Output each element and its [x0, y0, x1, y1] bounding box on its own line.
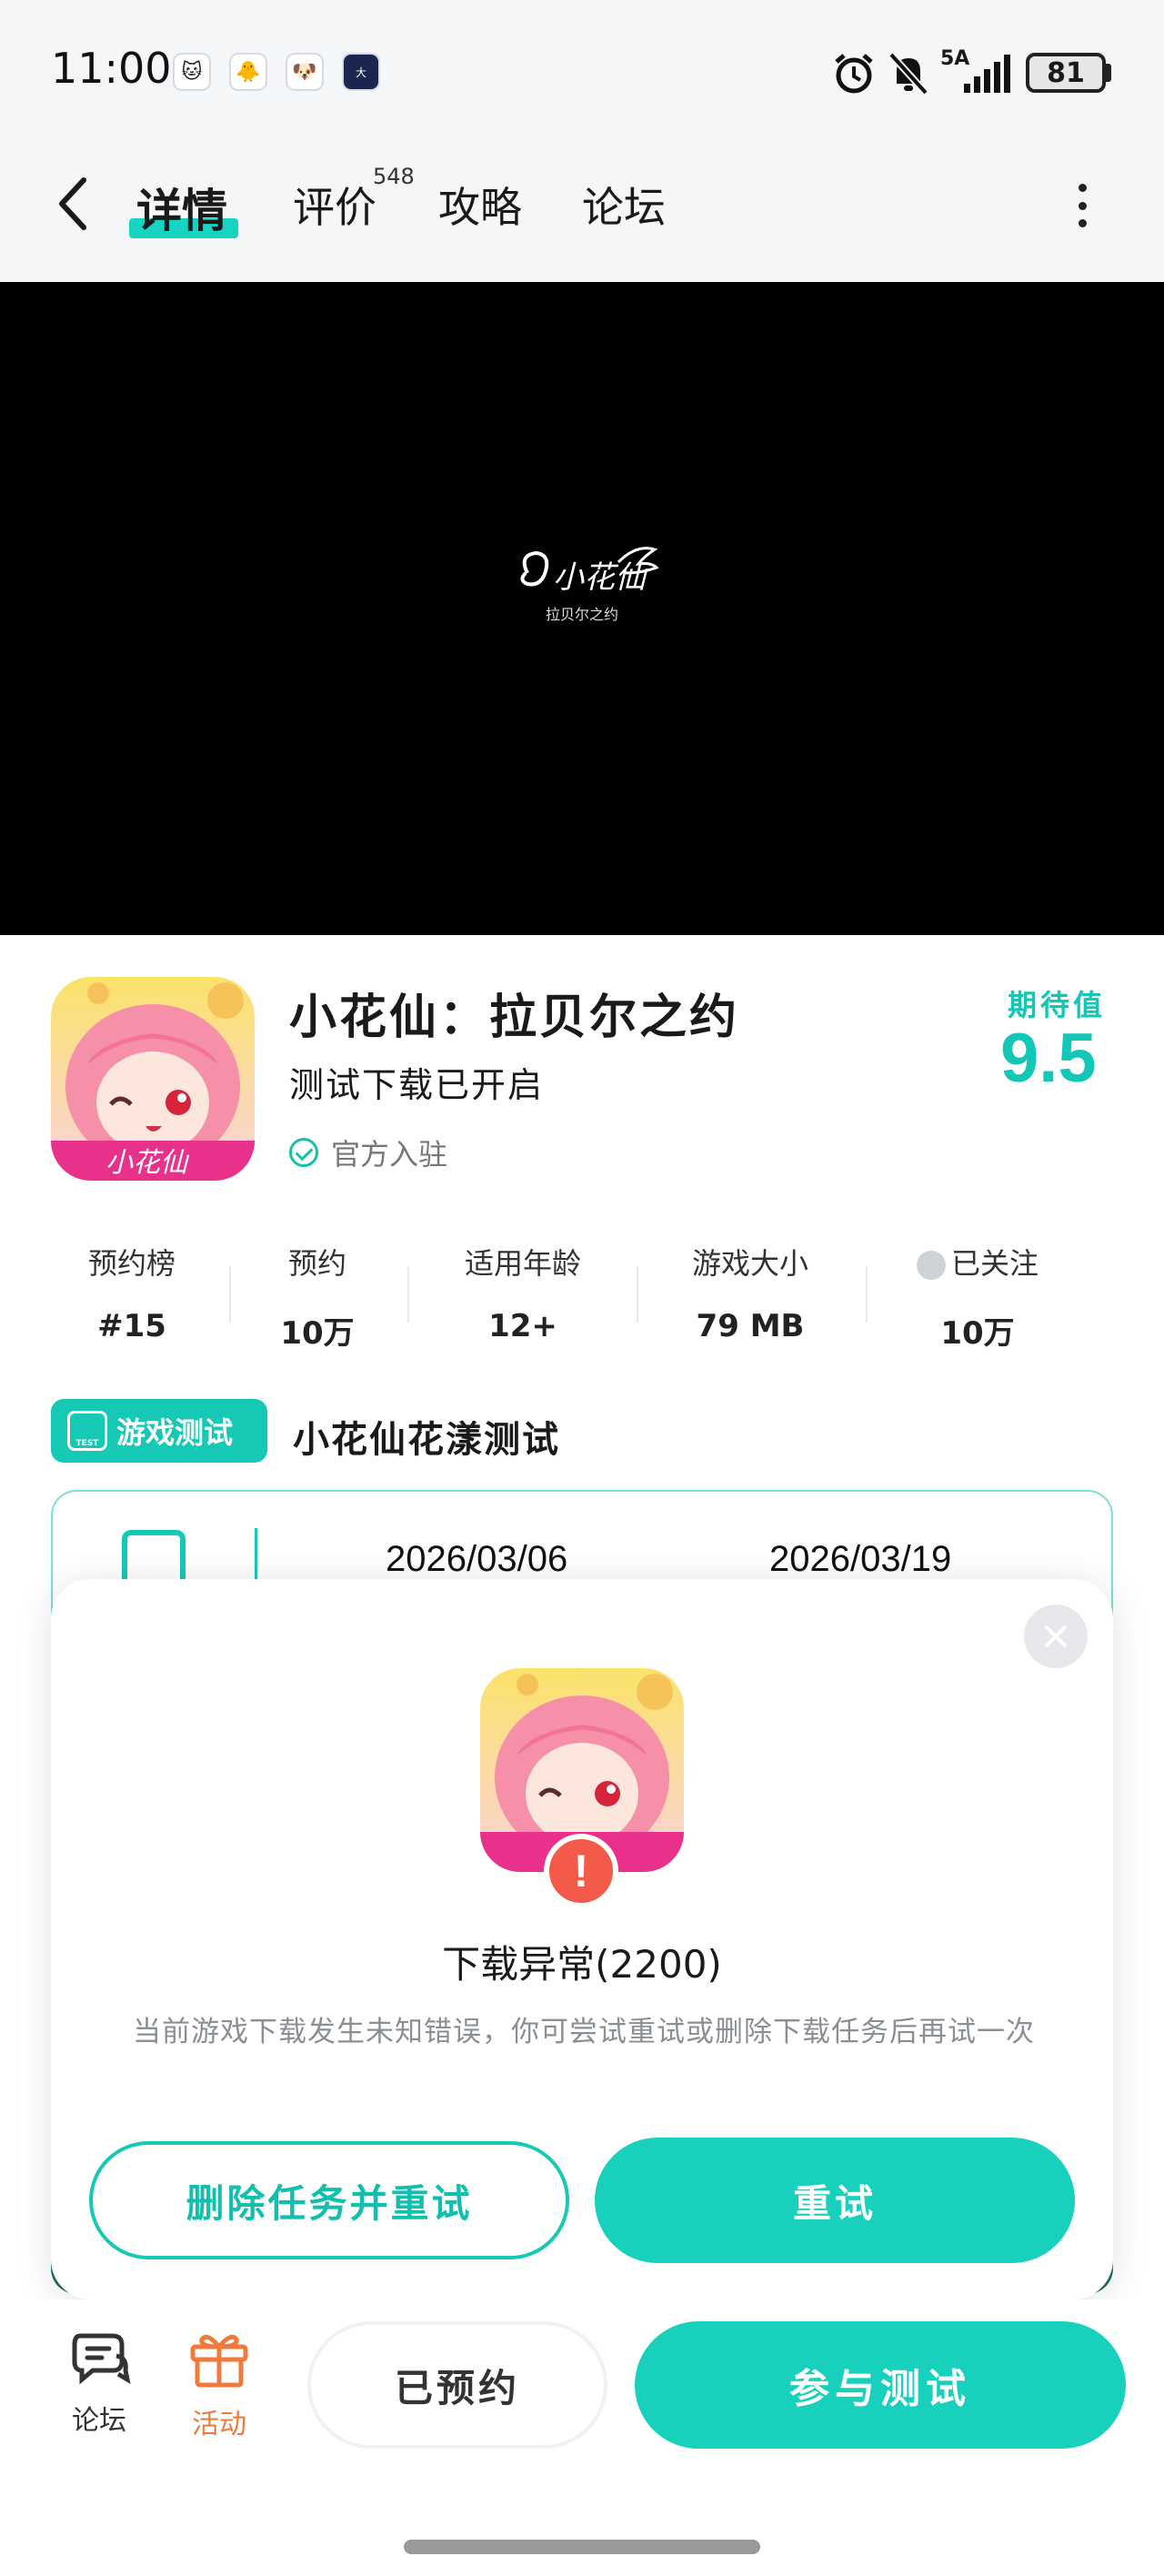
notification-app-icon: 🐱: [173, 53, 211, 91]
stat-size: 游戏大小 79 MB: [655, 1241, 846, 1344]
official-badge: 官方入驻: [289, 1132, 447, 1173]
retry-button[interactable]: 重试: [595, 2138, 1075, 2263]
notification-app-icon: 🐶: [286, 53, 324, 91]
close-icon: [1045, 1625, 1067, 1647]
game-title: 小花仙：拉贝尔之约: [289, 991, 740, 1045]
activity-nav-button[interactable]: 活动: [169, 2329, 269, 2441]
test-end-date: 2026/03/19: [769, 1539, 952, 1579]
reserved-button[interactable]: 已预约: [307, 2321, 607, 2449]
mute-icon: [888, 52, 928, 96]
stat-value: 10万: [280, 1315, 355, 1352]
gift-icon: [190, 2334, 248, 2388]
stat-value: 79 MB: [696, 1308, 805, 1344]
stat-value: 10万: [940, 1315, 1015, 1352]
stat-follow[interactable]: 已关注 10万: [882, 1241, 1073, 1353]
forum-nav-button[interactable]: 论坛: [49, 2329, 149, 2438]
dialog-title: 下载异常(2200): [442, 1942, 722, 1987]
stat-age[interactable]: 适用年龄 12+: [427, 1241, 618, 1344]
more-options-icon[interactable]: [1079, 184, 1088, 227]
battery-indicator: 81: [1026, 53, 1106, 93]
stat-label: 预约榜: [87, 1246, 176, 1281]
stat-label: 已关注: [950, 1246, 1039, 1281]
home-indicator[interactable]: [404, 2540, 760, 2554]
stat-reservations: 预约 10万: [222, 1241, 413, 1353]
tab-reviews[interactable]: 评价: [293, 175, 376, 235]
game-app-icon: 小花仙: [51, 977, 255, 1181]
notification-app-icon: 大: [342, 53, 380, 91]
review-count-badge: 548: [373, 164, 415, 189]
stat-rank[interactable]: 预约榜 #15: [36, 1241, 227, 1344]
test-name: 小花仙花漾测试: [293, 1419, 560, 1461]
alarm-icon: [835, 54, 873, 94]
expectation-score: 9.5: [1000, 1020, 1097, 1097]
game-test-badge: TEST 游戏测试: [51, 1399, 267, 1463]
stat-divider: [866, 1266, 868, 1323]
heart-icon: [916, 1251, 946, 1280]
svg-text:小花仙: 小花仙: [553, 559, 648, 596]
test-tv-icon: TEST: [67, 1411, 107, 1451]
join-test-button[interactable]: 参与测试: [635, 2321, 1126, 2449]
game-subtitle: 测试下载已开启: [289, 1065, 545, 1105]
test-badge-label: 游戏测试: [116, 1415, 234, 1450]
forum-nav-label: 论坛: [72, 2405, 126, 2437]
video-logo-subtitle: 拉贝尔之约: [546, 606, 619, 623]
notification-app-icon: 🐥: [229, 53, 267, 91]
stat-value: #15: [97, 1308, 166, 1344]
stat-divider: [407, 1266, 409, 1323]
tab-details[interactable]: 详情: [136, 175, 227, 240]
stat-value: 12+: [488, 1308, 557, 1344]
tab-guides[interactable]: 攻略: [438, 175, 522, 235]
dialog-message: 当前游戏下载发生未知错误，你可尝试重试或删除下载任务后再试一次: [133, 2016, 1035, 2048]
status-time: 11:00: [51, 44, 172, 93]
forum-chat-icon: [72, 2333, 131, 2385]
verified-check-icon: [289, 1138, 318, 1167]
error-alert-icon: !: [544, 1834, 618, 1908]
official-label: 官方入驻: [331, 1137, 448, 1172]
svg-text:小花仙: 小花仙: [105, 1147, 190, 1179]
signal-icon: [964, 55, 1010, 93]
stat-label: 适用年龄: [464, 1246, 581, 1281]
stat-label: 游戏大小: [691, 1246, 808, 1281]
close-dialog-button[interactable]: [1024, 1605, 1088, 1668]
battery-tip: [1106, 64, 1111, 82]
stat-divider: [637, 1266, 638, 1323]
delete-and-retry-button[interactable]: 删除任务并重试: [89, 2141, 569, 2259]
back-arrow-icon[interactable]: [55, 175, 91, 233]
stat-label: 预约: [287, 1246, 346, 1281]
activity-nav-label: 活动: [192, 2409, 246, 2440]
test-start-date: 2026/03/06: [386, 1539, 568, 1579]
tab-forum[interactable]: 论坛: [582, 175, 666, 235]
